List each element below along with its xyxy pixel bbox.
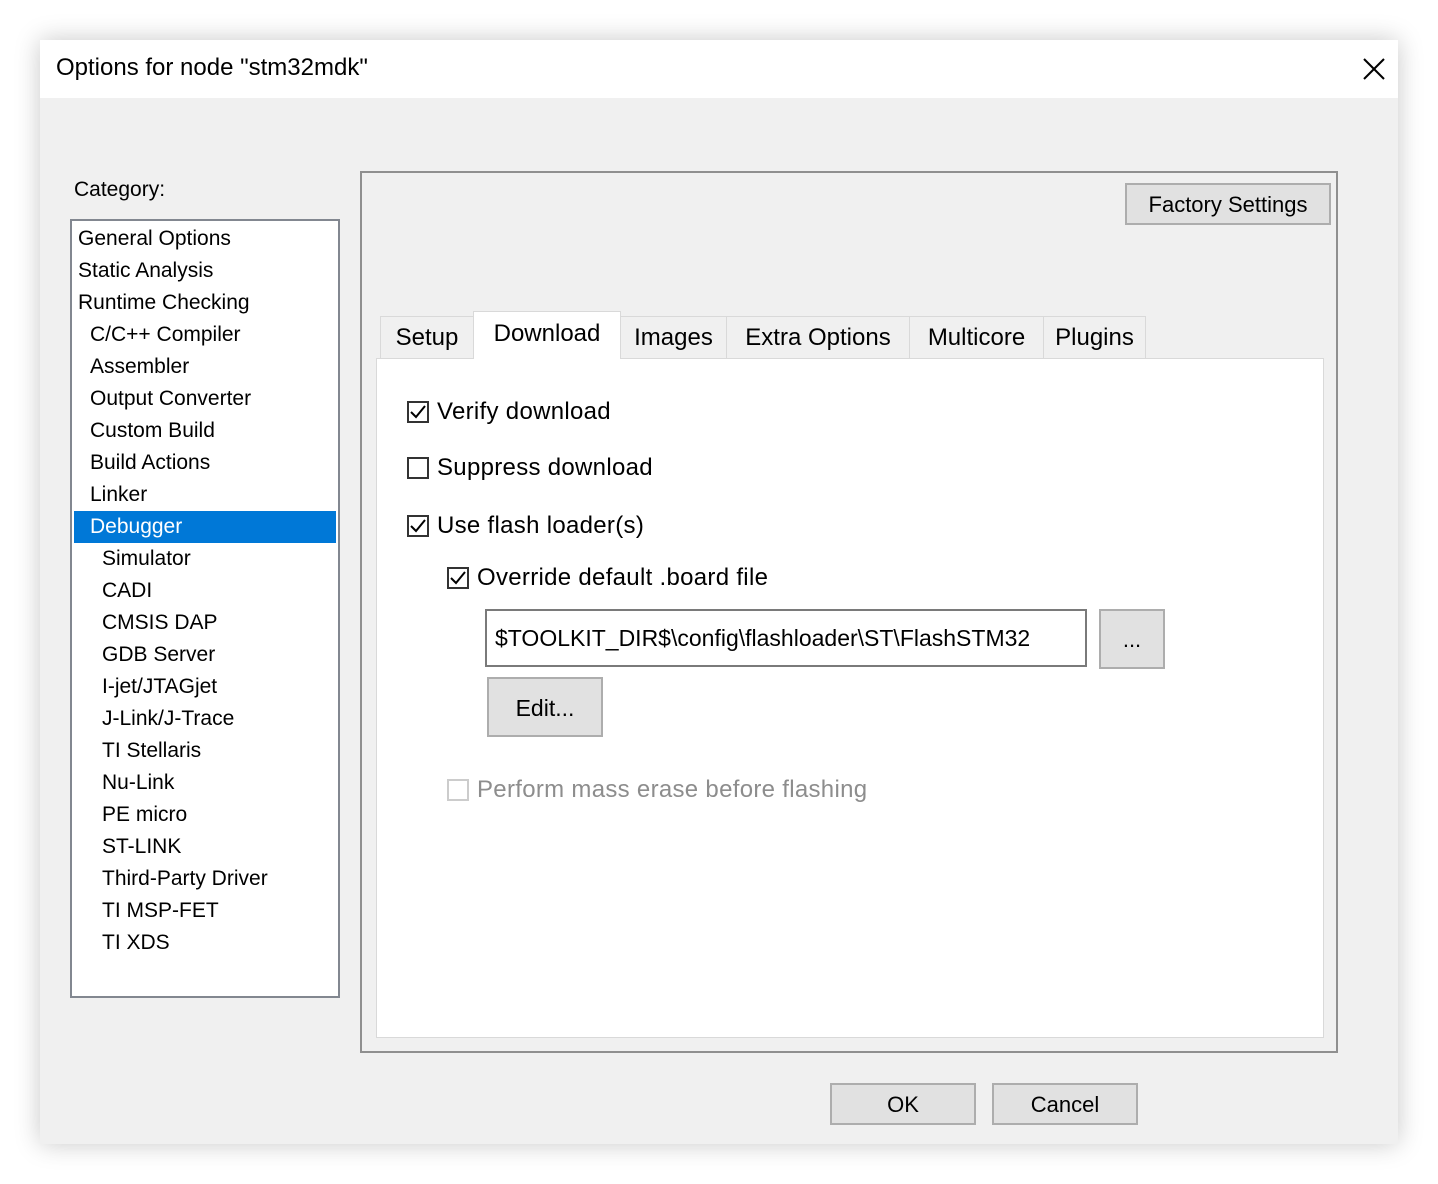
suppress-download-label: Suppress download	[437, 454, 653, 481]
category-item-nu-link[interactable]: Nu-Link	[74, 767, 336, 799]
tab-multicore[interactable]: Multicore	[909, 316, 1044, 358]
category-item-custom-build[interactable]: Custom Build	[74, 415, 336, 447]
override-board-option[interactable]: Override default .board file	[447, 563, 768, 593]
options-panel: Factory Settings Setup Download Images E…	[360, 171, 1338, 1053]
category-item-c-c-compiler[interactable]: C/C++ Compiler	[74, 319, 336, 351]
category-item-static-analysis[interactable]: Static Analysis	[74, 255, 336, 287]
ok-button[interactable]: OK	[830, 1083, 976, 1125]
category-item-pe-micro[interactable]: PE micro	[74, 799, 336, 831]
tab-images[interactable]: Images	[620, 316, 727, 358]
verify-download-option[interactable]: Verify download	[407, 397, 611, 427]
category-item-debugger[interactable]: Debugger	[74, 511, 336, 543]
category-item-j-link-j-trace[interactable]: J-Link/J-Trace	[74, 703, 336, 735]
use-flash-loader-option[interactable]: Use flash loader(s)	[407, 511, 644, 541]
category-item-general-options[interactable]: General Options	[74, 223, 336, 255]
category-item-ti-stellaris[interactable]: TI Stellaris	[74, 735, 336, 767]
category-item-ti-msp-fet[interactable]: TI MSP-FET	[74, 895, 336, 927]
override-board-label: Override default .board file	[477, 564, 769, 591]
verify-download-checkbox[interactable]	[407, 401, 429, 423]
category-item-ti-xds[interactable]: TI XDS	[74, 927, 336, 959]
download-tab-page: Verify download Suppress download Use fl…	[376, 358, 1324, 1038]
category-item-i-jet-jtagjet[interactable]: I-jet/JTAGjet	[74, 671, 336, 703]
edit-button[interactable]: Edit...	[487, 677, 603, 737]
tab-setup[interactable]: Setup	[380, 316, 474, 358]
checkmark-icon	[450, 571, 466, 585]
category-item-runtime-checking[interactable]: Runtime Checking	[74, 287, 336, 319]
mass-erase-checkbox	[447, 779, 469, 801]
options-dialog: Options for node "stm32mdk" Category: Ge…	[40, 40, 1398, 1144]
verify-download-label: Verify download	[437, 398, 611, 425]
category-item-cadi[interactable]: CADI	[74, 575, 336, 607]
suppress-download-option[interactable]: Suppress download	[407, 453, 653, 483]
cancel-button[interactable]: Cancel	[992, 1083, 1138, 1125]
board-file-path-input[interactable]	[485, 609, 1087, 667]
mass-erase-option: Perform mass erase before flashing	[447, 775, 867, 805]
suppress-download-checkbox[interactable]	[407, 457, 429, 479]
category-item-output-converter[interactable]: Output Converter	[74, 383, 336, 415]
title-bar: Options for node "stm32mdk"	[40, 40, 1398, 98]
browse-button[interactable]: ...	[1099, 609, 1165, 669]
use-flash-loader-checkbox[interactable]	[407, 515, 429, 537]
category-item-simulator[interactable]: Simulator	[74, 543, 336, 575]
category-item-build-actions[interactable]: Build Actions	[74, 447, 336, 479]
category-item-gdb-server[interactable]: GDB Server	[74, 639, 336, 671]
category-item-st-link[interactable]: ST-LINK	[74, 831, 336, 863]
use-flash-loader-label: Use flash loader(s)	[437, 512, 645, 539]
category-item-third-party-driver[interactable]: Third-Party Driver	[74, 863, 336, 895]
category-item-assembler[interactable]: Assembler	[74, 351, 336, 383]
mass-erase-label: Perform mass erase before flashing	[477, 776, 868, 803]
override-board-checkbox[interactable]	[447, 567, 469, 589]
factory-settings-button[interactable]: Factory Settings	[1125, 183, 1331, 225]
close-button[interactable]	[1350, 40, 1398, 98]
category-list[interactable]: General Options Static Analysis Runtime Ch…	[70, 219, 340, 998]
category-label: Category:	[74, 178, 166, 201]
tab-extra-options[interactable]: Extra Options	[726, 316, 910, 358]
tab-plugins[interactable]: Plugins	[1043, 316, 1146, 358]
checkmark-icon	[410, 519, 426, 533]
tab-download[interactable]: Download	[473, 311, 621, 359]
checkmark-icon	[410, 405, 426, 419]
window-title: Options for node "stm32mdk"	[56, 54, 368, 81]
close-icon	[1363, 58, 1385, 80]
category-item-cmsis-dap[interactable]: CMSIS DAP	[74, 607, 336, 639]
category-item-linker[interactable]: Linker	[74, 479, 336, 511]
